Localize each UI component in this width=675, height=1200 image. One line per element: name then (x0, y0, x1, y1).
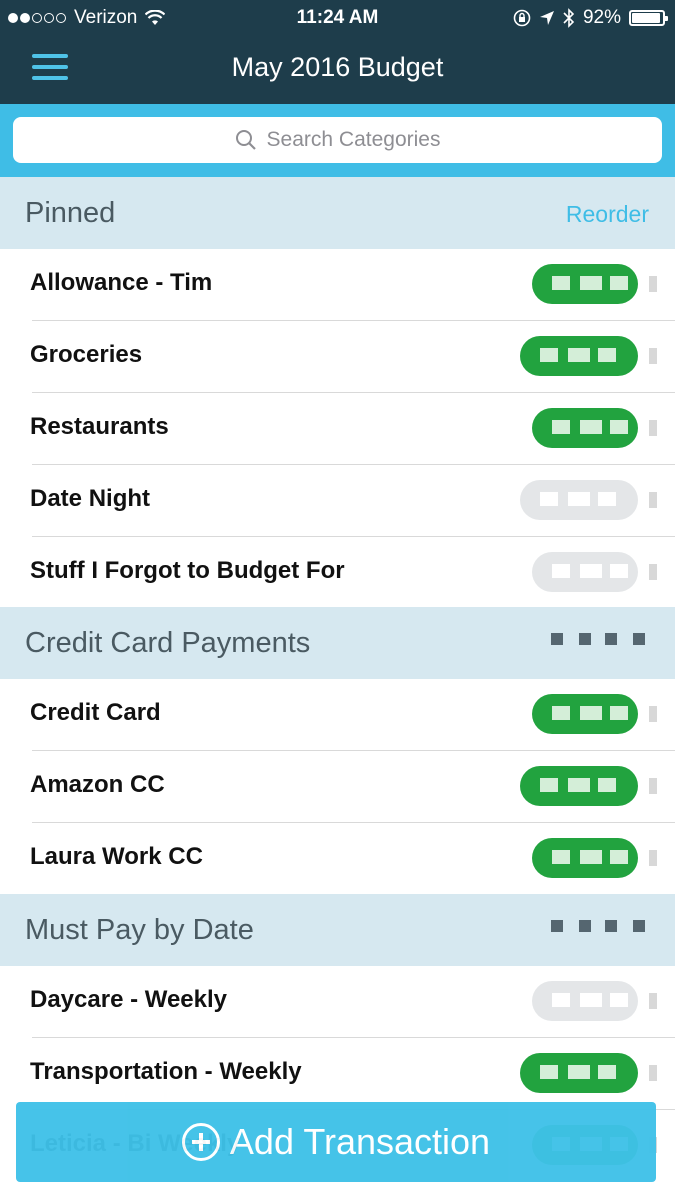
row-detail-indicator (649, 993, 657, 1009)
available-amount-pill (532, 552, 638, 592)
location-icon (539, 10, 555, 26)
battery-icon (629, 10, 668, 26)
section-title: Must Pay by Date (25, 914, 254, 946)
category-row-amazon-cc[interactable]: Amazon CC (0, 751, 675, 823)
row-detail-indicator (649, 348, 657, 364)
category-label: Amazon CC (30, 771, 165, 798)
category-row-laura-work-cc[interactable]: Laura Work CC (0, 823, 675, 895)
row-detail-indicator (649, 850, 657, 866)
battery-percent: 92% (582, 7, 621, 28)
category-row-stuff-i-forgot-to-budget-for[interactable]: Stuff I Forgot to Budget For (0, 537, 675, 609)
section-title: Credit Card Payments (25, 627, 311, 659)
status-right: 92% (513, 6, 668, 30)
available-amount-pill (520, 480, 638, 520)
search-icon (235, 130, 256, 150)
top-bar: Verizon 11:24 AM 92% May 2016 Budget (0, 0, 675, 104)
category-label: Allowance - Tim (30, 269, 213, 296)
section-header-pinned: Pinned Reorder (0, 177, 675, 249)
category-label: Daycare - Weekly (30, 986, 228, 1013)
add-transaction-label: Add Transaction (229, 1121, 491, 1162)
category-label: Groceries (30, 341, 143, 368)
category-label: Restaurants (30, 413, 169, 440)
category-row-restaurants[interactable]: Restaurants (0, 393, 675, 465)
available-amount-pill (532, 264, 638, 304)
category-row-date-night[interactable]: Date Night (0, 465, 675, 537)
add-transaction-button[interactable]: Add Transaction (16, 1102, 656, 1182)
category-row-transportation-weekly[interactable]: Transportation - Weekly (0, 1038, 675, 1110)
available-amount-pill (532, 694, 638, 734)
search-input[interactable]: Search Categories (13, 117, 662, 163)
row-detail-indicator (649, 276, 657, 292)
row-detail-indicator (649, 492, 657, 508)
page-title: May 2016 Budget (231, 52, 444, 82)
reorder-button[interactable]: Reorder (566, 201, 649, 228)
available-amount-pill (532, 981, 638, 1021)
search-bar: Search Categories (0, 104, 675, 177)
section-total (551, 920, 647, 936)
category-label: Laura Work CC (30, 843, 203, 870)
category-label: Date Night (30, 485, 150, 512)
available-amount-pill (520, 336, 638, 376)
search-placeholder: Search Categories (266, 128, 441, 151)
available-amount-pill (532, 838, 638, 878)
section-header-credit-card-payments: Credit Card Payments (0, 607, 675, 679)
plus-circle-icon (181, 1123, 220, 1161)
section-header-must-pay-by-date: Must Pay by Date (0, 894, 675, 966)
category-label: Credit Card (30, 699, 161, 726)
row-detail-indicator (649, 706, 657, 722)
available-amount-pill (532, 408, 638, 448)
available-amount-pill (520, 766, 638, 806)
category-label: Transportation - Weekly (30, 1058, 302, 1085)
available-amount-pill (520, 1053, 638, 1093)
row-detail-indicator (649, 564, 657, 580)
category-label: Stuff I Forgot to Budget For (30, 557, 345, 584)
rotation-lock-icon (513, 9, 531, 27)
category-row-allowance-tim[interactable]: Allowance - Tim (0, 249, 675, 321)
category-row-credit-card[interactable]: Credit Card (0, 679, 675, 751)
row-detail-indicator (649, 1065, 657, 1081)
category-row-daycare-weekly[interactable]: Daycare - Weekly (0, 966, 675, 1038)
section-title: Pinned (25, 197, 116, 229)
section-total (551, 633, 647, 649)
bluetooth-icon (563, 8, 575, 28)
row-detail-indicator (649, 778, 657, 794)
row-detail-indicator (649, 420, 657, 436)
category-row-groceries[interactable]: Groceries (0, 321, 675, 393)
